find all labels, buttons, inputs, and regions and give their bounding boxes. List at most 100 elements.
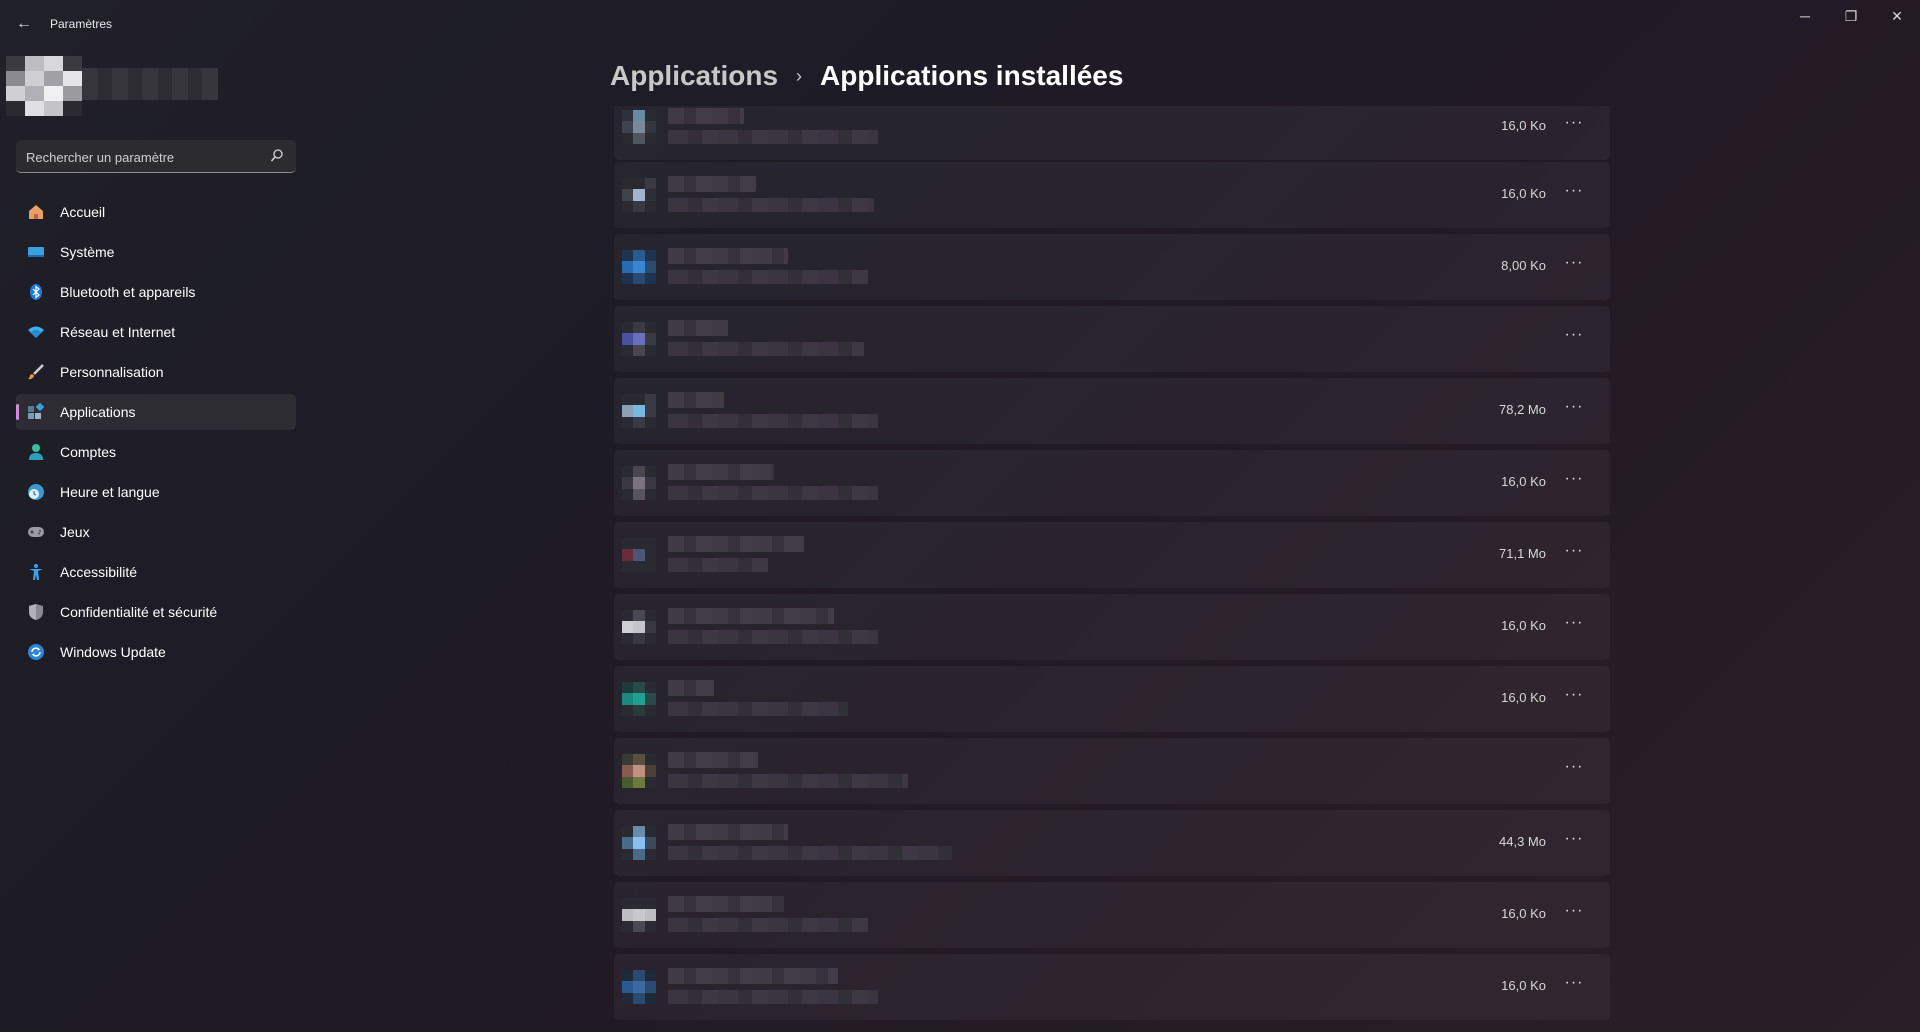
app-name-redacted (668, 392, 724, 408)
breadcrumb-parent-link[interactable]: Applications (610, 60, 778, 92)
minimize-button[interactable]: ─ (1782, 0, 1828, 32)
app-icon (622, 178, 656, 212)
app-icon (622, 754, 656, 788)
app-list-item[interactable]: 16,0 Ko ··· (614, 882, 1610, 948)
more-options-icon[interactable]: ··· (1562, 687, 1586, 708)
app-size: 16,0 Ko (1501, 474, 1546, 489)
app-list-item[interactable]: 8,00 Ko ··· (614, 234, 1610, 300)
sidebar-item-label: Comptes (60, 444, 117, 460)
app-list-item[interactable]: 16,0 Ko ··· (614, 594, 1610, 660)
more-options-icon[interactable]: ··· (1562, 399, 1586, 420)
bluetooth-icon (26, 282, 46, 302)
app-size: 16,0 Ko (1501, 690, 1546, 705)
sidebar-item-comptes[interactable]: Comptes (16, 434, 296, 470)
close-button[interactable]: ✕ (1874, 0, 1920, 32)
more-options-icon[interactable]: ··· (1562, 327, 1586, 348)
more-options-icon[interactable]: ··· (1562, 183, 1586, 204)
app-name-redacted (668, 968, 838, 984)
app-name-redacted (668, 680, 714, 696)
app-list-item[interactable]: ··· (614, 306, 1610, 372)
sidebar-item-accessibilite[interactable]: Accessibilité (16, 554, 296, 590)
more-options-icon[interactable]: ··· (1562, 975, 1586, 996)
app-details-redacted (668, 342, 864, 356)
app-details-redacted (668, 846, 952, 860)
app-name-redacted (668, 536, 804, 552)
app-size: 16,0 Ko (1501, 186, 1546, 201)
app-list-item[interactable]: 71,1 Mo ··· (614, 522, 1610, 588)
sidebar-item-jeux[interactable]: Jeux (16, 514, 296, 550)
sidebar-item-applications[interactable]: Applications (16, 394, 296, 430)
sidebar-item-confidentialite[interactable]: Confidentialité et sécurité (16, 594, 296, 630)
sidebar-item-label: Bluetooth et appareils (60, 284, 196, 300)
app-details-redacted (668, 414, 878, 428)
sidebar-item-windows-update[interactable]: Windows Update (16, 634, 296, 670)
more-options-icon[interactable]: ··· (1562, 831, 1586, 852)
maximize-button[interactable]: ❐ (1828, 0, 1874, 32)
app-details-redacted (668, 702, 848, 716)
app-list-item[interactable]: 16,0 Ko ··· (614, 106, 1610, 160)
app-icon (622, 970, 656, 1004)
update-icon (26, 642, 46, 662)
app-details-redacted (668, 270, 868, 284)
search-icon[interactable] (270, 148, 284, 164)
app-name-redacted (668, 752, 758, 768)
app-list-item[interactable]: 16,0 Ko ··· (614, 450, 1610, 516)
sidebar-item-label: Accessibilité (60, 564, 138, 580)
sidebar-item-heure-langue[interactable]: Heure et langue (16, 474, 296, 510)
avatar[interactable] (6, 56, 82, 116)
search-input[interactable] (26, 148, 266, 166)
app-name-redacted (668, 108, 744, 124)
app-icon (622, 322, 656, 356)
sidebar-item-bluetooth[interactable]: Bluetooth et appareils (16, 274, 296, 310)
app-details-redacted (668, 558, 768, 572)
more-options-icon[interactable]: ··· (1562, 759, 1586, 780)
app-details-redacted (668, 486, 878, 500)
sidebar-item-label: Heure et langue (60, 484, 160, 500)
sidebar-item-systeme[interactable]: Système (16, 234, 296, 270)
more-options-icon[interactable]: ··· (1562, 471, 1586, 492)
back-arrow-icon[interactable]: ← (12, 12, 36, 36)
app-icon (622, 466, 656, 500)
app-icon (622, 394, 656, 428)
gamepad-icon (26, 522, 46, 542)
app-size: 16,0 Ko (1501, 118, 1546, 133)
more-options-icon[interactable]: ··· (1562, 903, 1586, 924)
sidebar-item-label: Réseau et Internet (60, 324, 176, 340)
app-list-item[interactable]: 16,0 Ko ··· (614, 954, 1610, 1020)
sidebar-item-reseau[interactable]: Réseau et Internet (16, 314, 296, 350)
app-list-item[interactable]: 16,0 Ko ··· (614, 162, 1610, 228)
app-name-redacted (668, 320, 728, 336)
more-options-icon[interactable]: ··· (1562, 543, 1586, 564)
installed-apps-list[interactable]: 16,0 Ko ··· 16,0 Ko ··· 8,00 Ko ··· ··· 78,2 Mo… (614, 106, 1610, 1032)
app-list-item[interactable]: 44,3 Mo ··· (614, 810, 1610, 876)
profile-name-redacted (82, 68, 218, 100)
account-icon (26, 442, 46, 462)
sidebar-item-label: Système (60, 244, 115, 260)
sidebar-item-label: Confidentialité et sécurité (60, 604, 218, 620)
sidebar-item-personnalisation[interactable]: Personnalisation (16, 354, 296, 390)
app-icon (622, 538, 656, 572)
sidebar-item-label: Applications (60, 404, 136, 420)
apps-icon (26, 402, 46, 422)
search-box[interactable] (16, 140, 296, 173)
app-name-redacted (668, 896, 784, 912)
app-size: 16,0 Ko (1501, 906, 1546, 921)
app-icon (622, 682, 656, 716)
wifi-icon (26, 322, 46, 342)
app-list-item[interactable]: ··· (614, 738, 1610, 804)
app-details-redacted (668, 918, 868, 932)
more-options-icon[interactable]: ··· (1562, 615, 1586, 636)
sidebar-item-label: Personnalisation (60, 364, 164, 380)
app-size: 16,0 Ko (1501, 978, 1546, 993)
sidebar-item-accueil[interactable]: Accueil (16, 194, 296, 230)
app-list-item[interactable]: 16,0 Ko ··· (614, 666, 1610, 732)
system-display-icon (26, 242, 46, 262)
more-options-icon[interactable]: ··· (1562, 255, 1586, 276)
more-options-icon[interactable]: ··· (1562, 115, 1586, 136)
app-list-item[interactable]: 78,2 Mo ··· (614, 378, 1610, 444)
time-language-icon (26, 482, 46, 502)
app-details-redacted (668, 630, 878, 644)
app-details-redacted (668, 990, 878, 1004)
app-name-redacted (668, 464, 774, 480)
sidebar-nav: Accueil Système Bluetooth et appareils R… (16, 194, 296, 674)
